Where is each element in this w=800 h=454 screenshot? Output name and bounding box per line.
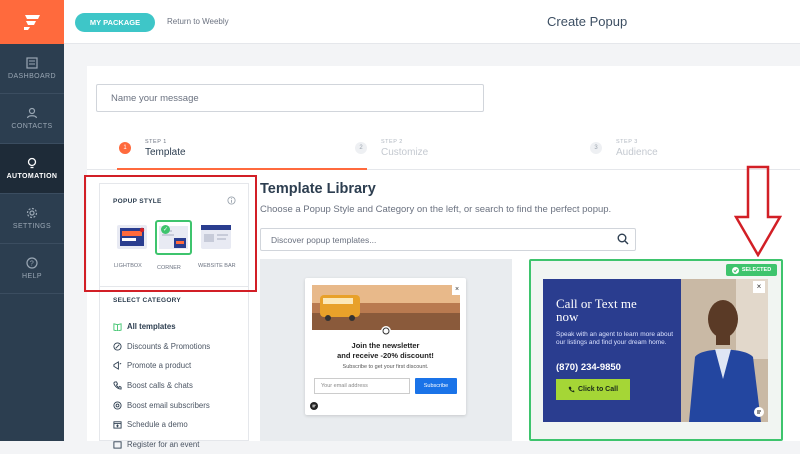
click-to-call-label: Click to Call xyxy=(577,386,619,393)
sidebar-item-label: SETTINGS xyxy=(12,223,52,230)
template-search-input[interactable] xyxy=(260,228,636,251)
click-to-call-button: Click to Call xyxy=(556,379,630,400)
van-photo xyxy=(312,285,460,330)
step-label: Audience xyxy=(616,146,658,158)
sidebar-item-label: HELP xyxy=(22,273,42,280)
newsletter-popup-preview: × Join the newsletter and receive -20% d… xyxy=(305,278,466,415)
step-sub: STEP 3 xyxy=(616,138,638,145)
book-icon xyxy=(113,323,122,332)
lightbulb-icon xyxy=(27,157,37,169)
select-category-title: SELECT CATEGORY xyxy=(113,297,182,304)
sidebar-item-label: DASHBOARD xyxy=(8,73,56,80)
brand-logo[interactable] xyxy=(0,0,64,44)
category-item-all-templates[interactable]: All templates xyxy=(113,317,210,337)
sidebar-item-automation[interactable]: AUTOMATION xyxy=(0,144,64,194)
subscribe-button: Subscribe xyxy=(415,378,457,394)
category-item-register-event[interactable]: Register for an event xyxy=(113,435,210,454)
percent-icon xyxy=(113,342,122,351)
category-label: All templates xyxy=(127,322,176,332)
step-number: 1 xyxy=(119,142,131,154)
return-to-weebly-link[interactable]: Return to Weebly xyxy=(167,17,229,26)
call-description: Speak with an agent to learn more about … xyxy=(556,331,674,346)
step-customize[interactable]: 2 STEP 2 Customize xyxy=(355,126,428,170)
check-icon xyxy=(731,266,739,274)
page-title: Create Popup xyxy=(547,14,628,29)
category-label: Schedule a demo xyxy=(127,420,188,430)
newsletter-heading-line1: Join the newsletter xyxy=(351,341,420,350)
newsletter-email-field: Your email address xyxy=(314,378,410,394)
sidebar-item-label: AUTOMATION xyxy=(6,173,58,180)
contacts-icon xyxy=(26,107,38,119)
annotation-highlight-box xyxy=(84,175,257,292)
category-label: Boost calls & chats xyxy=(127,381,193,391)
megaphone-icon xyxy=(113,361,122,371)
sidebar-item-settings[interactable]: SETTINGS xyxy=(0,194,64,244)
category-item-boost-calls[interactable]: Boost calls & chats xyxy=(113,376,210,396)
call-heading: Call or Text me now xyxy=(556,297,637,323)
brand-badge-icon xyxy=(381,326,391,336)
help-icon: ? xyxy=(26,257,38,269)
at-icon xyxy=(113,401,122,410)
my-package-button[interactable]: MY PACKAGE xyxy=(75,13,155,32)
call-heading-line2: now xyxy=(556,309,579,324)
step-label: Template xyxy=(145,146,186,158)
logo-icon xyxy=(754,407,764,417)
step-label: Customize xyxy=(381,146,429,158)
newsletter-heading-line2: and receive -20% discount! xyxy=(337,351,434,360)
category-label: Promote a product xyxy=(127,361,192,371)
top-bar: MY PACKAGE Return to Weebly Create Popup xyxy=(64,0,800,44)
category-item-promote-product[interactable]: Promote a product xyxy=(113,356,210,376)
logo-icon xyxy=(24,15,40,30)
category-label: Boost email subscribers xyxy=(127,400,210,410)
category-list: All templates Discounts & Promotions Pro… xyxy=(113,317,210,454)
step-tabs: 1 STEP 1 Template 2 STEP 2 Customize 3 S… xyxy=(87,126,800,170)
sidebar-item-label: CONTACTS xyxy=(11,123,53,130)
svg-text:?: ? xyxy=(30,261,34,268)
selected-badge-label: SELECTED xyxy=(741,267,772,273)
calendar-icon xyxy=(113,421,122,429)
agent-photo xyxy=(681,279,768,422)
step-number: 3 xyxy=(590,142,602,154)
message-name-input[interactable] xyxy=(96,84,484,112)
selected-badge: SELECTED xyxy=(726,264,777,276)
dashboard-icon xyxy=(26,57,38,69)
gear-icon xyxy=(26,207,38,219)
step-template[interactable]: 1 STEP 1 Template xyxy=(119,126,186,170)
newsletter-subtext: Subscribe to get your first discount. xyxy=(342,364,429,370)
step-sub: STEP 2 xyxy=(381,138,403,145)
newsletter-heading: Join the newsletter and receive -20% dis… xyxy=(305,341,466,361)
phone-icon xyxy=(568,386,575,393)
search-icon[interactable] xyxy=(617,233,629,245)
sidebar-item-help[interactable]: ? HELP xyxy=(0,244,64,294)
step-number: 2 xyxy=(355,142,367,154)
call-popup-preview: Call or Text me now Speak with an agent … xyxy=(543,279,768,422)
category-item-discounts[interactable]: Discounts & Promotions xyxy=(113,337,210,357)
sidebar: DASHBOARD CONTACTS AUTOMATION SETTINGS ?… xyxy=(0,0,64,441)
category-label: Register for an event xyxy=(127,439,200,449)
phone-icon xyxy=(113,381,122,390)
sidebar-item-dashboard[interactable]: DASHBOARD xyxy=(0,44,64,94)
sidebar-item-contacts[interactable]: CONTACTS xyxy=(0,94,64,144)
close-icon: × xyxy=(452,285,462,295)
category-label: Discounts & Promotions xyxy=(127,341,211,351)
step-audience[interactable]: 3 STEP 3 Audience xyxy=(590,126,658,170)
category-item-boost-email[interactable]: Boost email subscribers xyxy=(113,395,210,415)
category-item-schedule-demo[interactable]: Schedule a demo xyxy=(113,415,210,435)
annotation-arrow-icon xyxy=(734,165,782,257)
ticket-icon xyxy=(113,441,122,449)
phone-number: (870) 234-9850 xyxy=(556,362,621,373)
close-icon: × xyxy=(753,281,765,293)
library-subtitle: Choose a Popup Style and Category on the… xyxy=(260,204,612,215)
library-title: Template Library xyxy=(260,181,376,197)
logo-icon xyxy=(310,402,318,410)
step-sub: STEP 1 xyxy=(145,138,167,145)
